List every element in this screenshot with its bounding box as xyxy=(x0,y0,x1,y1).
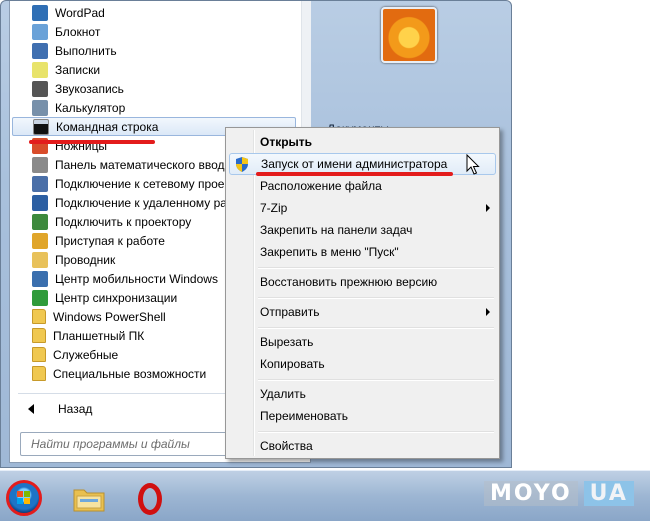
folder-icon xyxy=(32,309,46,324)
program-item[interactable]: Выполнить xyxy=(10,41,298,60)
watermark-part-2: UA xyxy=(583,480,634,506)
folder-icon xyxy=(32,347,46,362)
getting-started-icon xyxy=(32,232,48,249)
program-label: Приступая к работе xyxy=(55,233,165,248)
remote-desktop-icon xyxy=(32,194,48,211)
sticky-notes-icon xyxy=(32,61,48,78)
program-label: Блокнот xyxy=(55,24,101,39)
program-label: Центр мобильности Windows xyxy=(55,271,218,286)
search-input[interactable]: Найти программы и файлы xyxy=(20,432,234,456)
program-label: Планшетный ПК xyxy=(53,328,145,343)
context-menu-label: 7-Zip xyxy=(260,201,288,215)
context-menu-item[interactable]: Отправить xyxy=(229,302,496,322)
start-button[interactable] xyxy=(6,480,42,516)
run-icon xyxy=(32,42,48,59)
back-label: Назад xyxy=(58,402,93,416)
context-menu-item[interactable]: 7-Zip xyxy=(229,198,496,218)
folder-icon xyxy=(73,489,105,512)
program-item[interactable]: Калькулятор xyxy=(10,98,298,117)
context-menu-label: Расположение файла xyxy=(260,179,382,193)
context-menu-label: Переименовать xyxy=(260,409,348,423)
context-menu-item[interactable]: Переименовать xyxy=(229,406,496,426)
context-menu-item[interactable]: Расположение файла xyxy=(229,176,496,196)
moyo-watermark: MOYO UA xyxy=(484,478,634,508)
calculator-icon xyxy=(32,99,48,116)
explorer-taskbar-button[interactable] xyxy=(72,484,106,514)
program-item[interactable]: Записки xyxy=(10,60,298,79)
program-label: Панель математического ввода xyxy=(55,157,232,172)
context-menu-separator xyxy=(258,431,494,433)
uac-shield-icon xyxy=(236,156,248,172)
context-menu: Открыть Запуск от имени администратора Рас… xyxy=(225,127,500,459)
underline-run-as-admin xyxy=(256,172,453,176)
sync-center-icon xyxy=(32,289,48,306)
program-label: Командная строка xyxy=(56,119,159,134)
folder-icon xyxy=(32,328,46,343)
submenu-arrow-icon xyxy=(486,308,490,316)
context-menu-item[interactable]: Закрепить в меню "Пуск" xyxy=(229,242,496,262)
context-menu-label: Свойства xyxy=(260,439,313,453)
context-menu-label: Удалить xyxy=(260,387,306,401)
program-label: Специальные возможности xyxy=(53,366,207,381)
submenu-arrow-icon xyxy=(486,204,490,212)
context-menu-item[interactable]: Удалить xyxy=(229,384,496,404)
command-prompt-icon xyxy=(33,118,49,135)
explorer-icon xyxy=(32,251,48,268)
program-label: Подключить к проектору xyxy=(55,214,192,229)
context-menu-label: Отправить xyxy=(260,305,320,319)
context-menu-item[interactable]: Вырезать xyxy=(229,332,496,352)
program-label: Проводник xyxy=(55,252,116,267)
user-picture[interactable] xyxy=(381,7,437,63)
folder-icon xyxy=(32,366,46,381)
context-menu-label: Запуск от имени администратора xyxy=(261,157,448,171)
context-menu-separator xyxy=(258,267,494,269)
context-menu-label: Восстановить прежнюю версию xyxy=(260,275,438,289)
opera-taskbar-button[interactable] xyxy=(138,483,162,515)
context-menu-item[interactable]: Восстановить прежнюю версию xyxy=(229,272,496,292)
context-menu-item[interactable]: Открыть xyxy=(229,132,496,152)
network-projector-icon xyxy=(32,175,48,192)
underline-command-prompt xyxy=(29,140,155,144)
program-label: Центр синхронизации xyxy=(55,290,178,305)
program-label: Записки xyxy=(55,62,101,77)
context-menu-separator xyxy=(258,327,494,329)
context-menu-item[interactable]: Закрепить на панели задач xyxy=(229,220,496,240)
context-menu-label: Копировать xyxy=(260,357,325,371)
program-label: WordPad xyxy=(55,5,105,20)
context-menu-separator xyxy=(258,297,494,299)
program-label: Windows PowerShell xyxy=(53,309,166,324)
program-item[interactable]: Блокнот xyxy=(10,22,298,41)
context-menu-item[interactable]: Свойства xyxy=(229,436,496,456)
program-label: Служебные xyxy=(53,347,119,362)
notepad-icon xyxy=(32,23,48,40)
windows-logo-icon xyxy=(17,491,30,504)
context-menu-label: Открыть xyxy=(260,135,313,149)
watermark-part-1: MOYO xyxy=(484,480,578,506)
mouse-cursor-icon xyxy=(466,154,480,175)
wordpad-icon xyxy=(32,4,48,21)
context-menu-label: Вырезать xyxy=(260,335,314,349)
program-label: Выполнить xyxy=(55,43,117,58)
program-item[interactable]: Звукозапись xyxy=(10,79,298,98)
math-input-icon xyxy=(32,156,48,173)
mobility-center-icon xyxy=(32,270,48,287)
context-menu-item[interactable]: Копировать xyxy=(229,354,496,374)
program-label: Звукозапись xyxy=(55,81,124,96)
microphone-icon xyxy=(32,80,48,97)
back-arrow-icon xyxy=(28,404,34,414)
context-menu-label: Закрепить на панели задач xyxy=(260,223,413,237)
projector-icon xyxy=(32,213,48,230)
back-button[interactable]: Назад xyxy=(22,400,92,418)
program-item[interactable]: WordPad xyxy=(10,3,298,22)
program-label: Калькулятор xyxy=(55,100,126,115)
context-menu-separator xyxy=(258,379,494,381)
context-menu-label: Закрепить в меню "Пуск" xyxy=(260,245,399,259)
